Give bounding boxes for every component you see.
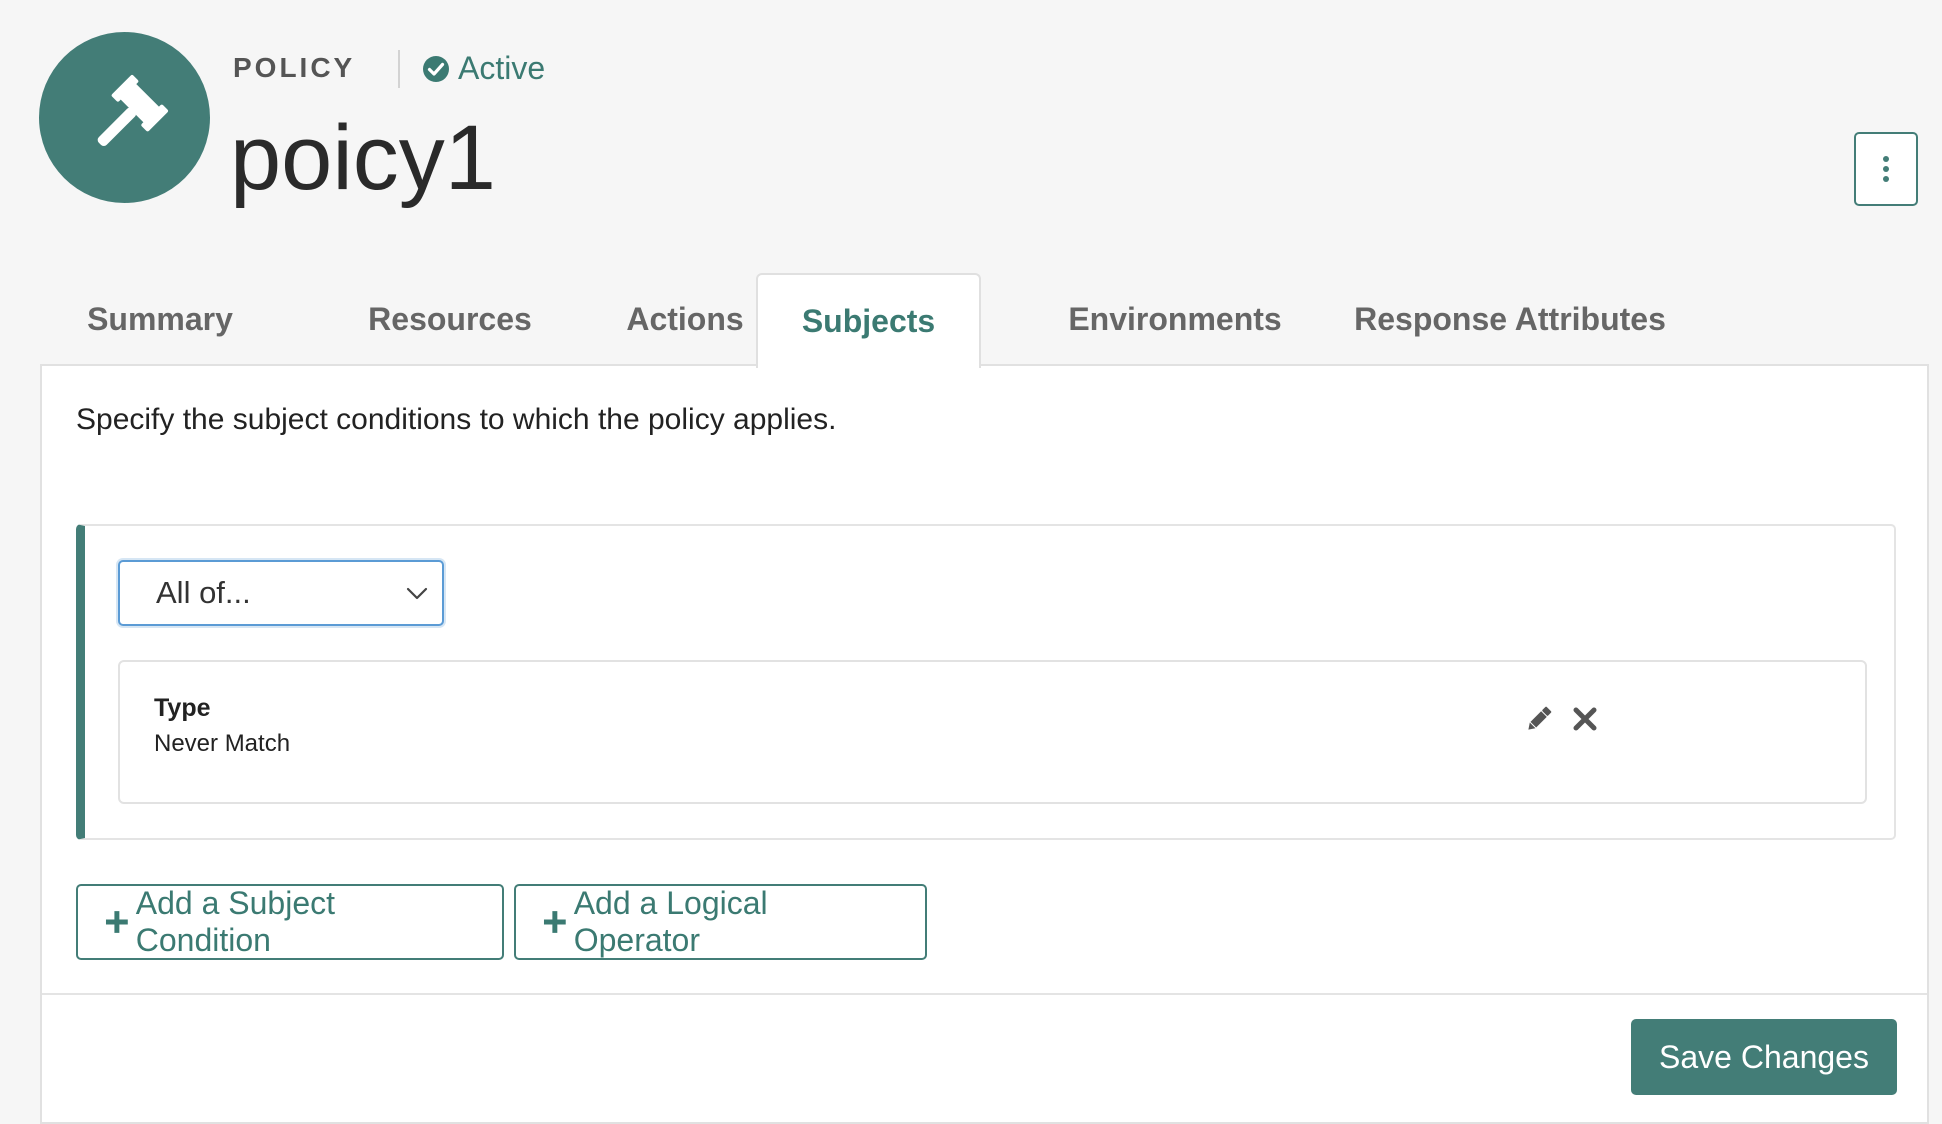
page-header: POLICY Active poicy1 <box>0 0 1942 260</box>
plus-icon <box>105 911 128 933</box>
chevron-down-icon <box>406 587 428 600</box>
close-icon[interactable] <box>1572 706 1598 732</box>
tab-response-attributes[interactable]: Response Attributes <box>1340 273 1680 366</box>
save-changes-button[interactable]: Save Changes <box>1631 1019 1897 1095</box>
header-divider <box>398 50 400 88</box>
footer-divider <box>42 993 1927 995</box>
more-actions-button[interactable] <box>1854 132 1918 206</box>
plus-icon <box>543 911 566 933</box>
status-label: Active <box>458 50 546 86</box>
add-subject-condition-label: Add a Subject Condition <box>135 885 336 958</box>
page-title: poicy1 <box>230 107 496 209</box>
kebab-dot <box>1883 156 1889 162</box>
subjects-panel: Specify the subject conditions to which … <box>40 364 1929 1124</box>
add-logical-operator-label: Add a Logical Operator <box>573 885 768 958</box>
tab-environments[interactable]: Environments <box>1010 273 1340 366</box>
add-logical-operator-button[interactable]: Add a Logical Operator <box>514 884 927 960</box>
panel-description: Specify the subject conditions to which … <box>76 403 837 436</box>
tab-bar: Summary Resources Actions Subjects Envir… <box>40 273 1928 368</box>
logical-operator-select[interactable]: All of... <box>118 560 444 626</box>
tab-summary[interactable]: Summary <box>60 273 260 366</box>
object-kind-label: POLICY <box>233 52 356 83</box>
kebab-dot <box>1883 176 1889 182</box>
check-circle-icon <box>423 55 449 82</box>
select-value: All of... <box>156 575 251 610</box>
subject-condition-card: Type Never Match <box>118 660 1867 804</box>
tab-resources[interactable]: Resources <box>325 273 575 366</box>
pencil-icon[interactable] <box>1524 704 1554 734</box>
logical-operator-group: All of... Type Never Match <box>76 524 1896 840</box>
condition-type-label: Type <box>154 694 211 722</box>
condition-type-value: Never Match <box>154 730 291 757</box>
add-subject-condition-button[interactable]: Add a Subject Condition <box>76 884 504 960</box>
tab-subjects[interactable]: Subjects <box>756 273 981 368</box>
kebab-dot <box>1883 166 1889 172</box>
gavel-icon <box>97 74 168 146</box>
policy-avatar <box>39 32 210 203</box>
status-badge: Active <box>422 50 545 87</box>
